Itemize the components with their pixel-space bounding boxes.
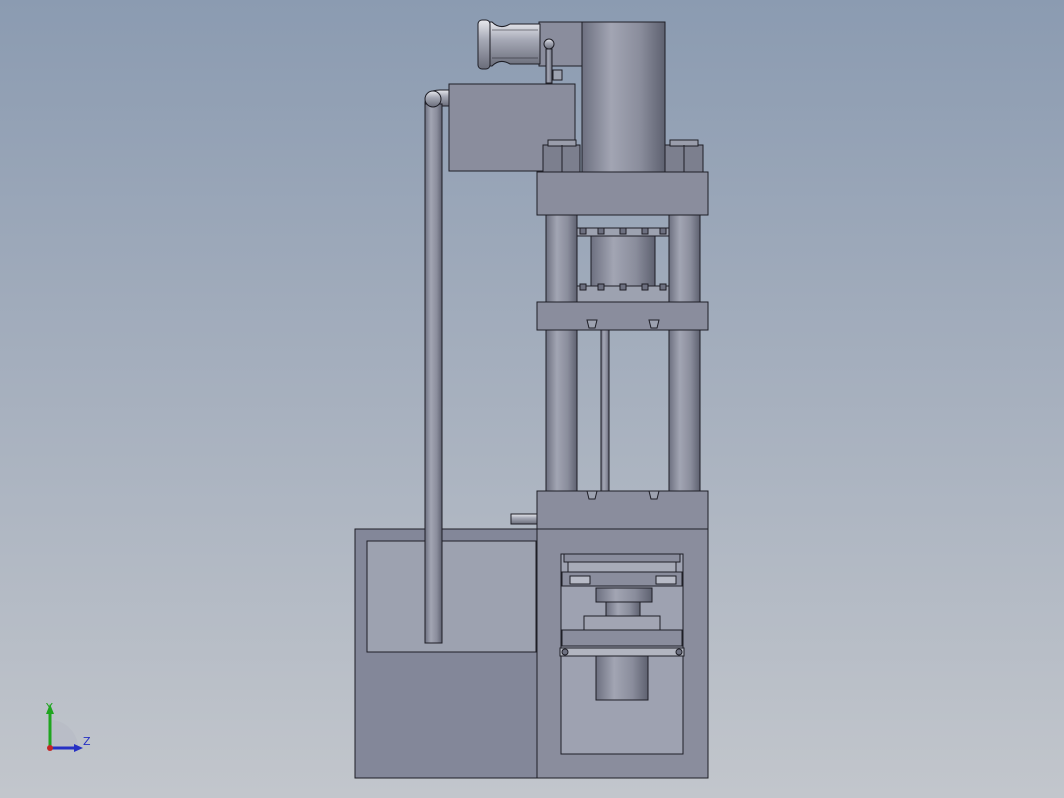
coordinate-triad: Y Z xyxy=(45,701,91,752)
main-cylinder[interactable] xyxy=(581,21,666,173)
cad-graphics-viewport[interactable]: Y Z xyxy=(0,0,1064,798)
y-axis-label: Y xyxy=(45,701,53,714)
z-axis-label: Z xyxy=(83,735,91,748)
motor[interactable] xyxy=(477,19,585,84)
oil-tank[interactable] xyxy=(354,528,538,779)
ram-flange[interactable] xyxy=(576,227,670,303)
x-axis-origin xyxy=(47,745,53,751)
side-fitting[interactable] xyxy=(510,513,538,525)
top-crossbeam[interactable] xyxy=(536,171,709,216)
lower-bed[interactable] xyxy=(536,490,709,530)
ejector-rod[interactable] xyxy=(600,329,610,492)
slide-plate[interactable] xyxy=(536,301,709,331)
